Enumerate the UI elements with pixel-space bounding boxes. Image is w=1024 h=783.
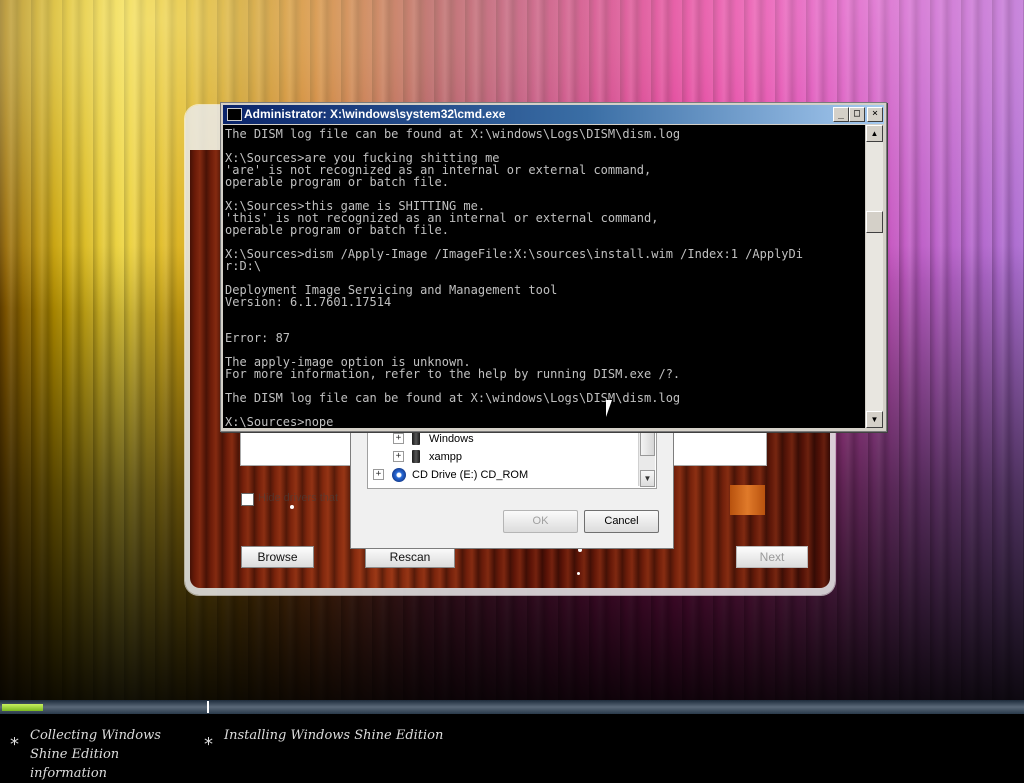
progress-fill-step1 [2,704,43,711]
mouse-cursor-icon [606,400,618,417]
console-line: X:\Sources>nope [225,415,334,428]
console-output[interactable]: The DISM log file can be found at X:\win… [223,125,865,428]
tree-item-cd-drive[interactable]: + CD Drive (E:) CD_ROM [373,466,528,483]
minimize-button[interactable]: _ [833,107,849,122]
expand-icon[interactable]: + [373,469,384,480]
console-scrollbar[interactable]: ▲ ▼ [866,125,883,428]
sparkle [290,505,294,509]
console-line: X:\Sources>dism /Apply-Image /ImageFile:… [225,247,803,261]
cancel-button[interactable]: Cancel [584,510,659,533]
step-bullet-icon: * [10,734,19,755]
status-step-installing: Installing Windows Shine Edition [224,728,444,743]
hide-drivers-label: Hide drivers that [258,492,339,504]
sparkle [577,572,580,575]
ok-button[interactable]: OK [503,510,578,533]
progress-bar [0,700,1024,714]
scroll-down-icon[interactable]: ▼ [866,411,883,428]
scroll-down-icon[interactable]: ▼ [640,470,655,487]
folder-icon [412,450,420,463]
tree-item-label: xampp [429,450,463,463]
tree-item-label: CD Drive (E:) CD_ROM [412,468,529,481]
step-bullet-icon: * [204,734,213,755]
folder-icon [412,432,420,445]
console-line: Version: 6.1.7601.17514 [225,295,392,309]
console-line: For more information, refer to the help … [225,367,681,381]
cmd-window: Administrator: X:\windows\system32\cmd.e… [220,102,887,432]
rescan-button[interactable]: Rescan [365,546,455,568]
decorative-swatch [730,485,765,515]
tree-item-label: Windows [429,432,474,445]
console-line: r:D:\ [225,259,262,273]
console-line: operable program or batch file. [225,223,449,237]
status-step-collecting: Collecting Windows Shine Edition informa… [30,728,161,781]
console-line: operable program or batch file. [225,175,449,189]
console-scrollbar-thumb[interactable] [866,211,883,233]
tree-item-xampp[interactable]: + xampp [393,448,462,465]
maximize-button[interactable]: □ [849,107,865,122]
tree-item-windows[interactable]: + Windows [393,430,474,447]
browse-button[interactable]: Browse [241,546,314,568]
cmd-titlebar[interactable]: Administrator: X:\windows\system32\cmd.e… [223,105,884,124]
hide-drivers-checkbox[interactable] [241,493,254,506]
console-line: Error: 87 [225,331,291,345]
expand-icon[interactable]: + [393,433,404,444]
cd-drive-icon [392,467,406,482]
close-button[interactable]: × [867,107,883,122]
expand-icon[interactable]: + [393,451,404,462]
console-line: The DISM log file can be found at X:\win… [225,127,681,141]
next-button[interactable]: Next [736,546,808,568]
console-icon [227,108,242,121]
scroll-up-icon[interactable]: ▲ [866,125,883,142]
progress-divider [207,701,209,713]
cmd-title: Administrator: X:\windows\system32\cmd.e… [244,107,506,121]
tree-scrollbar-thumb[interactable] [640,428,655,456]
